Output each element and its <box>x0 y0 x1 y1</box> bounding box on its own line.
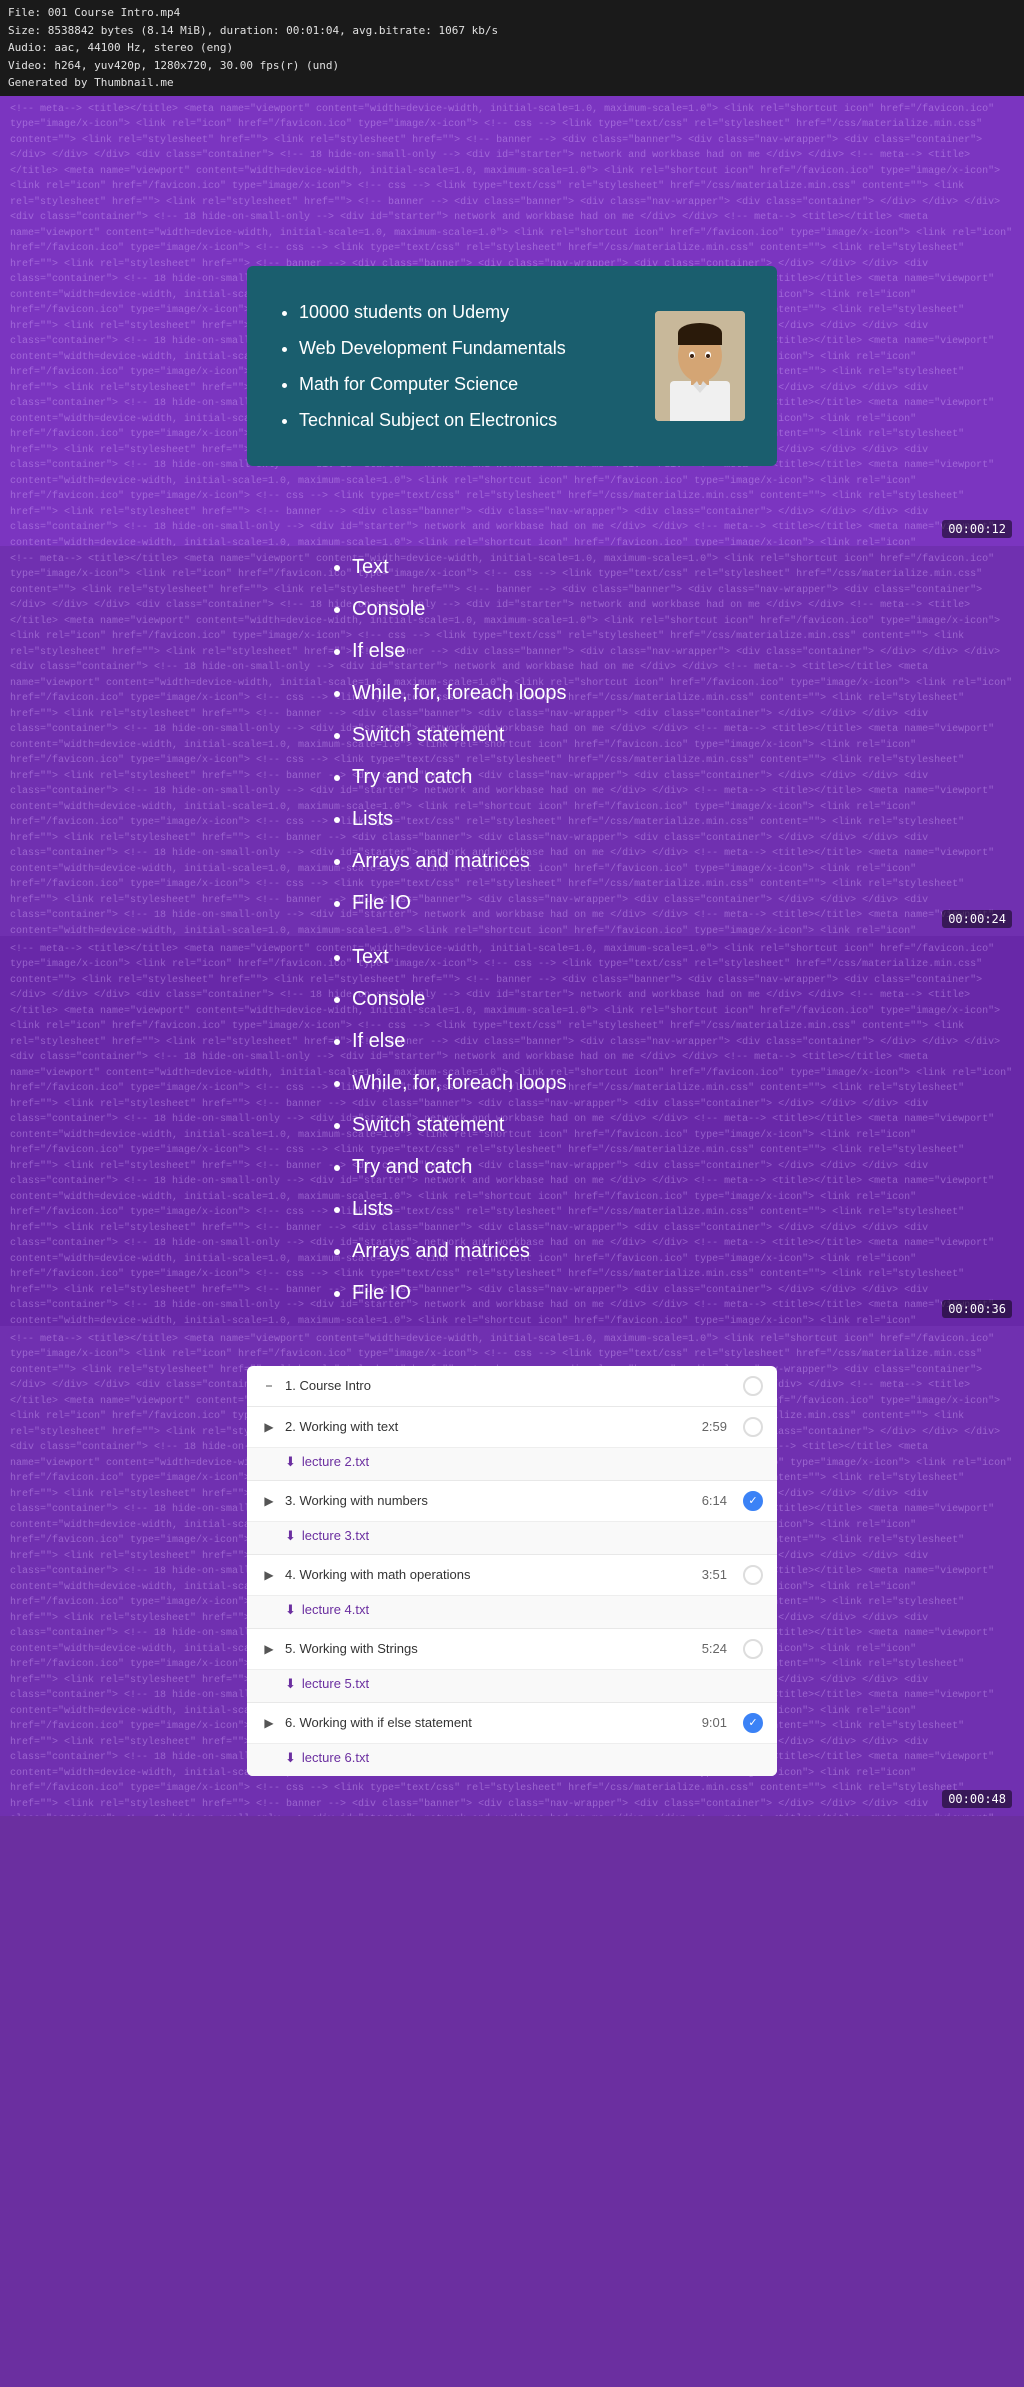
download-row: ⬇ lecture 6.txt <box>247 1743 777 1776</box>
download-row: ⬇ lecture 3.txt <box>247 1521 777 1554</box>
play-icon: ⎯ <box>261 1378 277 1394</box>
intro-card-wrapper: 10000 students on UdemyWeb Development F… <box>0 96 1024 546</box>
course-row[interactable]: ▶ 3. Working with numbers 6:14 ✓ <box>247 1481 777 1521</box>
file-info-line2: Size: 8538842 bytes (8.14 MiB), duration… <box>8 22 1016 40</box>
list-item: While, for, foreach loops <box>352 1062 712 1104</box>
course-item: ▶ 3. Working with numbers 6:14 ✓ ⬇ lecture 3.… <box>247 1481 777 1555</box>
list-item: If else <box>352 1020 712 1062</box>
download-icon: ⬇ <box>285 1676 296 1692</box>
section-course-list: <!-- meta--> <title></title> <meta name=… <box>0 1326 1024 1816</box>
section-list-1: <!-- meta--> <title></title> <meta name=… <box>0 546 1024 936</box>
check-circle[interactable]: ✓ <box>743 1491 763 1511</box>
play-icon: ▶ <box>261 1567 277 1583</box>
bullet-list-1: NumbersTextConsoleIf elseWhile, for, for… <box>312 546 712 936</box>
course-item: ▶ 6. Working with if else statement 9:01 ✓ ⬇… <box>247 1703 777 1776</box>
list-item: If else <box>352 630 712 672</box>
list-item: Arrays and matrices <box>352 840 712 882</box>
section-list-2: <!-- meta--> <title></title> <meta name=… <box>0 936 1024 1326</box>
intro-bullet-item: Math for Computer Science <box>299 366 631 402</box>
course-title: 6. Working with if else statement <box>285 1715 694 1730</box>
list-item: Functions <box>352 1314 712 1326</box>
course-row[interactable]: ▶ 4. Working with math operations 3:51 <box>247 1555 777 1595</box>
file-info-line3: Audio: aac, 44100 Hz, stereo (eng) <box>8 39 1016 57</box>
course-row[interactable]: ⎯ 1. Course Intro <box>247 1366 777 1406</box>
course-duration: 2:59 <box>702 1419 727 1434</box>
list-item: File IO <box>352 1272 712 1314</box>
intro-bullet-item: 10000 students on Udemy <box>299 294 631 330</box>
check-circle[interactable] <box>743 1565 763 1585</box>
play-icon: ▶ <box>261 1493 277 1509</box>
file-info-bar: File: 001 Course Intro.mp4 Size: 8538842… <box>0 0 1024 96</box>
play-icon: ▶ <box>261 1419 277 1435</box>
timestamp-2: 00:00:24 <box>942 910 1012 928</box>
list-item: Text <box>352 546 712 588</box>
download-row: ⬇ lecture 5.txt <box>247 1669 777 1702</box>
course-item: ▶ 4. Working with math operations 3:51 ⬇ lec… <box>247 1555 777 1629</box>
course-title: 3. Working with numbers <box>285 1493 694 1508</box>
course-title: 4. Working with math operations <box>285 1567 694 1582</box>
course-title: 2. Working with text <box>285 1419 694 1434</box>
list-item: Try and catch <box>352 1146 712 1188</box>
course-item: ▶ 2. Working with text 2:59 ⬇ lecture 2.txt <box>247 1407 777 1481</box>
file-info-line1: File: 001 Course Intro.mp4 <box>8 4 1016 22</box>
list-item: While, for, foreach loops <box>352 672 712 714</box>
list-item: Switch statement <box>352 714 712 756</box>
download-row: ⬇ lecture 2.txt <box>247 1447 777 1480</box>
list-item: Arrays and matrices <box>352 1230 712 1272</box>
timestamp-1: 00:00:12 <box>942 520 1012 538</box>
play-icon: ▶ <box>261 1715 277 1731</box>
list-item: Functions <box>352 924 712 936</box>
bullet-section-1: NumbersTextConsoleIf elseWhile, for, for… <box>0 546 1024 936</box>
section-intro: <!-- meta--> <title></title> <meta name=… <box>0 96 1024 546</box>
download-icon: ⬇ <box>285 1602 296 1618</box>
course-duration: 3:51 <box>702 1567 727 1582</box>
download-icon: ⬇ <box>285 1454 296 1470</box>
list-item: Text <box>352 936 712 978</box>
list-item: Switch statement <box>352 1104 712 1146</box>
download-link[interactable]: lecture 5.txt <box>302 1676 369 1691</box>
check-circle[interactable] <box>743 1417 763 1437</box>
timestamp-3: 00:00:36 <box>942 1300 1012 1318</box>
download-link[interactable]: lecture 6.txt <box>302 1750 369 1765</box>
download-icon: ⬇ <box>285 1750 296 1766</box>
list-item: Try and catch <box>352 756 712 798</box>
course-duration: 6:14 <box>702 1493 727 1508</box>
check-circle[interactable] <box>743 1639 763 1659</box>
course-row[interactable]: ▶ 2. Working with text 2:59 <box>247 1407 777 1447</box>
intro-card: 10000 students on UdemyWeb Development F… <box>247 266 777 466</box>
file-info-line4: Video: h264, yuv420p, 1280x720, 30.00 fp… <box>8 57 1016 75</box>
course-row[interactable]: ▶ 6. Working with if else statement 9:01 ✓ <box>247 1703 777 1743</box>
list-item: File IO <box>352 882 712 924</box>
bullet-section-2: NumbersTextConsoleIf elseWhile, for, for… <box>0 936 1024 1326</box>
intro-bullet-item: Web Development Fundamentals <box>299 330 631 366</box>
intro-bullet-item: Technical Subject on Electronics <box>299 402 631 438</box>
timestamp-4: 00:00:48 <box>942 1790 1012 1808</box>
file-info-line5: Generated by Thumbnail.me <box>8 74 1016 92</box>
course-title: 1. Course Intro <box>285 1378 735 1393</box>
intro-card-content: 10000 students on UdemyWeb Development F… <box>279 294 631 438</box>
download-icon: ⬇ <box>285 1528 296 1544</box>
course-row[interactable]: ▶ 5. Working with Strings 5:24 <box>247 1629 777 1669</box>
list-item: Console <box>352 978 712 1020</box>
list-item: Console <box>352 588 712 630</box>
avatar <box>655 311 745 421</box>
download-link[interactable]: lecture 2.txt <box>302 1454 369 1469</box>
course-card: ⎯ 1. Course Intro ▶ 2. Working with text 2:5… <box>247 1366 777 1776</box>
download-link[interactable]: lecture 3.txt <box>302 1528 369 1543</box>
list-item: Lists <box>352 798 712 840</box>
check-circle[interactable]: ✓ <box>743 1713 763 1733</box>
course-duration: 5:24 <box>702 1641 727 1656</box>
intro-bullet-list: 10000 students on UdemyWeb Development F… <box>279 294 631 438</box>
list-item: Lists <box>352 1188 712 1230</box>
check-circle[interactable] <box>743 1376 763 1396</box>
course-item: ▶ 5. Working with Strings 5:24 ⬇ lecture 5.t… <box>247 1629 777 1703</box>
course-item: ⎯ 1. Course Intro <box>247 1366 777 1407</box>
download-row: ⬇ lecture 4.txt <box>247 1595 777 1628</box>
course-duration: 9:01 <box>702 1715 727 1730</box>
download-link[interactable]: lecture 4.txt <box>302 1602 369 1617</box>
course-title: 5. Working with Strings <box>285 1641 694 1656</box>
bullet-list-2: NumbersTextConsoleIf elseWhile, for, for… <box>312 936 712 1326</box>
play-icon: ▶ <box>261 1641 277 1657</box>
